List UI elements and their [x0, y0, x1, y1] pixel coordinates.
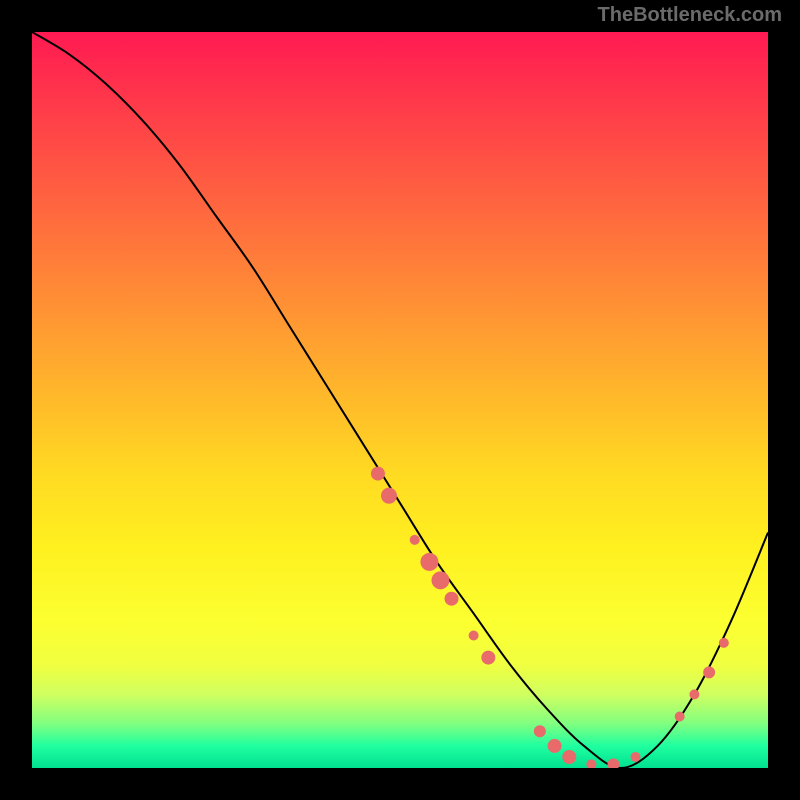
- data-marker: [410, 535, 420, 545]
- data-marker: [445, 592, 459, 606]
- data-marker: [371, 467, 385, 481]
- data-marker: [381, 488, 397, 504]
- plot-area: [32, 32, 768, 768]
- curve-line: [32, 32, 768, 768]
- data-marker: [534, 725, 546, 737]
- data-marker: [689, 689, 699, 699]
- chart-svg: [32, 32, 768, 768]
- data-marker: [469, 631, 479, 641]
- data-marker: [586, 759, 596, 768]
- data-marker: [719, 638, 729, 648]
- data-marker: [675, 711, 685, 721]
- data-marker: [481, 651, 495, 665]
- data-marker: [631, 752, 641, 762]
- data-marker: [420, 553, 438, 571]
- data-marker: [703, 666, 715, 678]
- data-marker: [431, 571, 449, 589]
- data-marker: [548, 739, 562, 753]
- data-marker: [607, 758, 619, 768]
- data-marker: [562, 750, 576, 764]
- watermark-text: TheBottleneck.com: [598, 4, 782, 27]
